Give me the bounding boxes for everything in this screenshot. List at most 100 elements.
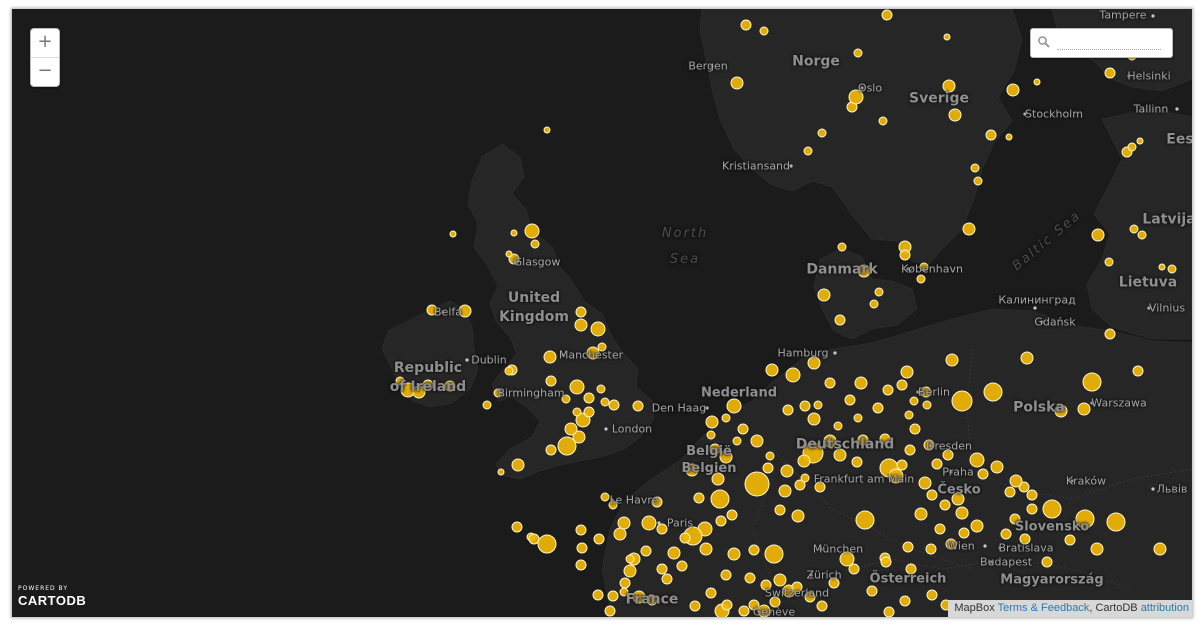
map-marker[interactable]: [1167, 264, 1177, 274]
map-marker[interactable]: [1129, 224, 1139, 234]
map-marker[interactable]: [769, 596, 781, 608]
map-marker[interactable]: [1054, 404, 1068, 418]
map-marker[interactable]: [661, 573, 673, 585]
map-marker[interactable]: [925, 543, 937, 555]
map-marker[interactable]: [773, 573, 787, 587]
map-marker[interactable]: [958, 527, 970, 539]
map-marker[interactable]: [537, 534, 557, 554]
map-marker[interactable]: [923, 439, 935, 451]
map-marker[interactable]: [1009, 474, 1023, 488]
map-marker[interactable]: [543, 126, 551, 134]
map-marker[interactable]: [711, 472, 725, 486]
map-marker[interactable]: [828, 577, 840, 589]
map-marker[interactable]: [942, 449, 954, 461]
map-marker[interactable]: [1026, 503, 1038, 515]
map-marker[interactable]: [878, 116, 888, 126]
map-marker[interactable]: [816, 600, 828, 612]
map-marker[interactable]: [896, 379, 908, 391]
map-marker[interactable]: [705, 415, 719, 429]
map-marker[interactable]: [833, 421, 843, 431]
map-marker[interactable]: [882, 384, 894, 396]
map-marker[interactable]: [817, 128, 827, 138]
map-marker[interactable]: [762, 462, 774, 474]
map-marker[interactable]: [569, 379, 585, 395]
map-marker[interactable]: [458, 304, 472, 318]
map-marker[interactable]: [740, 19, 752, 31]
map-marker[interactable]: [942, 79, 956, 93]
search-icon[interactable]: [1037, 35, 1051, 49]
map-marker[interactable]: [575, 559, 587, 571]
map-marker[interactable]: [896, 459, 908, 471]
map-marker[interactable]: [395, 376, 405, 386]
map-marker[interactable]: [750, 434, 764, 448]
map-marker[interactable]: [586, 346, 600, 360]
map-marker[interactable]: [1104, 257, 1114, 267]
map-marker[interactable]: [510, 229, 518, 237]
map-marker[interactable]: [764, 544, 784, 564]
map-marker[interactable]: [545, 375, 557, 387]
map-marker[interactable]: [857, 434, 869, 446]
map-marker[interactable]: [803, 146, 813, 156]
map-marker[interactable]: [528, 533, 540, 545]
map-marker[interactable]: [837, 242, 847, 252]
map-marker[interactable]: [797, 454, 811, 468]
map-marker[interactable]: [951, 492, 965, 506]
map-marker[interactable]: [833, 448, 847, 462]
map-marker[interactable]: [879, 433, 891, 445]
map-marker[interactable]: [1005, 133, 1013, 141]
map-marker[interactable]: [1091, 228, 1105, 242]
map-marker[interactable]: [916, 274, 926, 284]
map-marker[interactable]: [853, 48, 863, 58]
map-marker[interactable]: [730, 76, 744, 90]
map-marker[interactable]: [1041, 556, 1053, 568]
map-marker[interactable]: [727, 547, 741, 561]
map-marker[interactable]: [593, 533, 605, 545]
map-marker[interactable]: [824, 377, 836, 389]
map-marker[interactable]: [607, 590, 619, 602]
map-marker[interactable]: [504, 366, 514, 376]
map-marker[interactable]: [969, 452, 985, 468]
map-marker[interactable]: [632, 590, 646, 604]
map-marker[interactable]: [983, 382, 1003, 402]
map-marker[interactable]: [748, 599, 760, 611]
map-marker[interactable]: [814, 481, 826, 493]
map-marker[interactable]: [1158, 263, 1166, 271]
map-marker[interactable]: [851, 456, 863, 468]
map-marker[interactable]: [778, 484, 792, 498]
map-marker[interactable]: [583, 392, 595, 404]
map-marker[interactable]: [900, 365, 914, 379]
map-marker[interactable]: [1106, 512, 1126, 532]
map-marker[interactable]: [524, 223, 540, 239]
map-marker[interactable]: [854, 376, 868, 390]
map-marker[interactable]: [564, 422, 578, 436]
map-marker[interactable]: [422, 379, 434, 391]
map-marker[interactable]: [899, 595, 911, 607]
map-marker[interactable]: [619, 587, 629, 597]
map-marker[interactable]: [844, 394, 856, 406]
map-marker[interactable]: [617, 516, 631, 530]
map-marker[interactable]: [1132, 365, 1144, 377]
map-marker[interactable]: [853, 413, 863, 423]
map-marker[interactable]: [656, 523, 668, 535]
map-marker[interactable]: [583, 406, 595, 418]
map-marker[interactable]: [651, 496, 663, 508]
map-marker[interactable]: [545, 444, 557, 456]
map-marker[interactable]: [592, 589, 604, 601]
map-marker[interactable]: [945, 538, 957, 550]
map-marker[interactable]: [709, 443, 721, 455]
map-marker[interactable]: [505, 250, 513, 258]
map-marker[interactable]: [985, 129, 997, 141]
map-marker[interactable]: [881, 9, 893, 21]
map-marker[interactable]: [799, 400, 811, 412]
map-marker[interactable]: [765, 363, 779, 377]
map-marker[interactable]: [640, 545, 652, 557]
map-marker[interactable]: [848, 89, 864, 105]
map-marker[interactable]: [738, 605, 750, 617]
map-marker[interactable]: [744, 572, 756, 584]
map-marker[interactable]: [800, 473, 810, 483]
map-marker[interactable]: [608, 399, 620, 411]
map-marker[interactable]: [412, 385, 426, 399]
map-marker[interactable]: [872, 402, 884, 414]
map-marker[interactable]: [667, 546, 681, 560]
map-marker[interactable]: [482, 400, 492, 410]
